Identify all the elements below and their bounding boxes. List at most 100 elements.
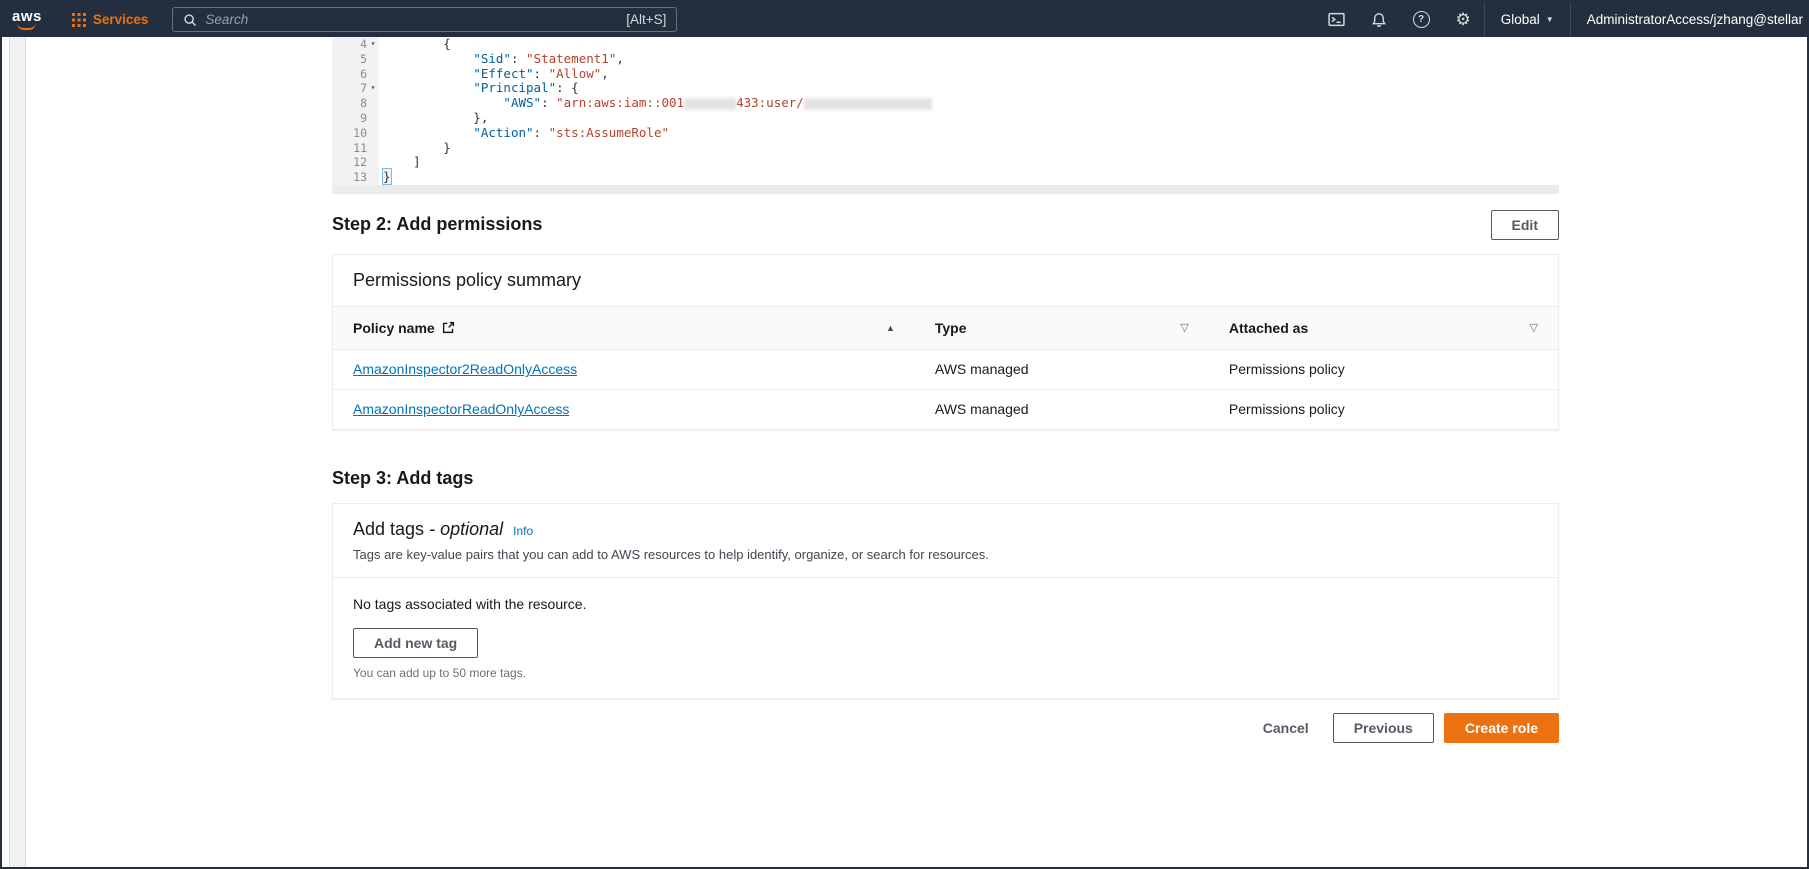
services-menu[interactable]: Services (68, 2, 153, 37)
tags-description: Tags are key-value pairs that you can ad… (353, 546, 989, 562)
filter-icon[interactable]: ▽ (1180, 321, 1188, 334)
policy-table-body: AmazonInspector2ReadOnlyAccess AWS manage… (333, 349, 1558, 429)
cloudshell-button[interactable] (1315, 2, 1358, 37)
editor-horizontal-scrollbar[interactable] (332, 184, 1559, 194)
column-header-policy-name[interactable]: Policy name ▲ (333, 306, 915, 350)
line-number: 11 (353, 140, 367, 155)
step3-title: Step 3: Add tags (332, 467, 474, 488)
attached-as-column-label: Attached as (1228, 319, 1309, 336)
editor-gutter: 6 (332, 66, 379, 82)
editor-gutter: 4 ▾ (332, 37, 379, 52)
editor-line[interactable]: 9 }, (332, 110, 1559, 126)
permissions-summary-card: Permissions policy summary Policy name ▲… (332, 253, 1559, 430)
policy-name-cell: AmazonInspectorReadOnlyAccess (333, 389, 915, 429)
caret-down-icon: ▼ (1545, 15, 1554, 24)
edit-permissions-button[interactable]: Edit (1490, 209, 1559, 240)
add-new-tag-button[interactable]: Add new tag (353, 627, 479, 658)
step2-title: Step 2: Add permissions (332, 214, 543, 235)
add-tags-card: Add tags - optional Info Tags are key-va… (332, 502, 1559, 699)
line-number: 5 (360, 51, 367, 66)
policy-name-column-label: Policy name (353, 319, 435, 336)
code-text: "Sid": "Statement1", (473, 50, 624, 66)
line-number: 6 (360, 66, 367, 81)
code-text: "AWS": "arn:aws:iam::001 433:user/ (379, 95, 932, 111)
optional-label: - optional (429, 518, 504, 539)
create-role-button[interactable]: Create role (1443, 712, 1559, 743)
attached-as-cell: Permissions policy (1208, 349, 1558, 390)
editor-gutter: 5 (332, 51, 379, 67)
search-icon (184, 13, 197, 26)
editor-line[interactable]: 13} (332, 169, 1559, 185)
global-search-box[interactable]: [Alt+S] (172, 7, 678, 32)
table-header-row: Policy name ▲ Type ▽ Attached as ▽ (333, 306, 1558, 350)
filter-icon[interactable]: ▽ (1530, 321, 1538, 334)
cancel-button[interactable]: Cancel (1249, 714, 1323, 742)
permissions-card-header: Permissions policy summary (333, 255, 1558, 307)
region-selector[interactable]: Global ▼ (1485, 2, 1570, 37)
policy-type-cell: AWS managed (934, 401, 1029, 418)
trust-policy-editor[interactable]: 4 ▾ {5 "Sid": "Statement1", 6 "Effect": "A… (332, 36, 1559, 194)
editor-gutter: 10 (332, 125, 379, 141)
redacted-text (684, 97, 737, 110)
editor-line[interactable]: 10 "Action": "sts:AssumeRole" (332, 125, 1559, 141)
aws-smile-icon (17, 23, 37, 30)
step2-header-row: Step 2: Add permissions Edit (332, 209, 1559, 240)
line-number: 8 (360, 96, 367, 111)
editor-gutter: 8 (332, 96, 379, 111)
notifications-button[interactable] (1358, 2, 1400, 37)
column-header-attached-as[interactable]: Attached as ▽ (1208, 306, 1558, 350)
editor-line[interactable]: 11 } (332, 139, 1559, 156)
redacted-text (803, 97, 932, 110)
previous-button[interactable]: Previous (1332, 712, 1434, 743)
attached-as-cell: Permissions policy (1228, 401, 1345, 418)
region-label: Global (1500, 12, 1540, 27)
policy-name-link[interactable]: AmazonInspectorReadOnlyAccess (353, 401, 569, 417)
info-link[interactable]: Info (513, 524, 533, 538)
editor-line[interactable]: 8 "AWS": "arn:aws:iam::001 433:user/ (332, 95, 1559, 111)
line-number: 7 (360, 81, 367, 96)
main-content: 4 ▾ {5 "Sid": "Statement1", 6 "Effect": "A… (332, 36, 1559, 743)
line-number: 4 (360, 37, 367, 51)
editor-line[interactable]: 12 ] (332, 154, 1559, 171)
editor-gutter: 9 (332, 110, 379, 126)
code-text: "Effect": "Allow", (473, 65, 609, 81)
editor-gutter: 12 (332, 155, 379, 171)
editor-gutter: 7 ▾ (332, 81, 379, 97)
search-shortcut-hint: [Alt+S] (626, 12, 667, 27)
code-text: ] (383, 154, 421, 170)
editor-line[interactable]: 6 "Effect": "Allow", (332, 65, 1559, 82)
help-button[interactable]: ? (1400, 2, 1443, 37)
account-menu[interactable]: AdministratorAccess/jzhang@stellar (1571, 2, 1807, 37)
column-header-type[interactable]: Type ▽ (914, 306, 1209, 350)
editor-line[interactable]: 4 ▾ { (332, 36, 1559, 52)
bell-icon (1371, 12, 1386, 27)
sort-ascending-icon[interactable]: ▲ (886, 323, 895, 333)
cloudshell-terminal-icon (1327, 12, 1345, 27)
add-tags-card-header: Add tags - optional Info Tags are key-va… (333, 504, 1558, 578)
line-number: 12 (353, 155, 367, 170)
account-label: AdministratorAccess/jzhang@stellar (1586, 12, 1803, 27)
page-body: 4 ▾ {5 "Sid": "Statement1", 6 "Effect": "A… (2, 36, 1807, 867)
aws-console-window: aws Services [Alt+S] (0, 0, 1809, 869)
policy-name-link[interactable]: AmazonInspector2ReadOnlyAccess (353, 361, 577, 377)
settings-button[interactable]: ⚙ (1443, 2, 1484, 37)
collapsed-side-panel[interactable] (9, 37, 26, 867)
permissions-policy-table: Policy name ▲ Type ▽ Attached as ▽ Amazo… (333, 306, 1558, 429)
line-number: 13 (353, 170, 367, 185)
aws-logo-text: aws (12, 7, 42, 25)
policy-editor-lines: 4 ▾ {5 "Sid": "Statement1", 6 "Effect": "A… (332, 36, 1559, 185)
code-text: "Principal": { (473, 80, 579, 96)
policy-table-row: AmazonInspectorReadOnlyAccess AWS managed… (333, 389, 1558, 429)
fold-toggle-icon[interactable]: ▾ (367, 37, 379, 52)
editor-line[interactable]: 5 "Sid": "Statement1", (332, 50, 1559, 67)
code-text: } (383, 139, 451, 155)
editor-line[interactable]: 7 ▾ "Principal": { (332, 80, 1559, 97)
search-input[interactable] (205, 12, 619, 27)
fold-toggle-icon[interactable]: ▾ (367, 81, 379, 96)
line-number: 9 (360, 110, 367, 125)
settings-gear-icon: ⚙ (1455, 10, 1471, 29)
type-column-label: Type (934, 319, 967, 336)
services-label: Services (92, 12, 149, 27)
aws-logo[interactable]: aws (12, 7, 42, 30)
add-tags-card-title: Add tags - optional (353, 518, 504, 539)
